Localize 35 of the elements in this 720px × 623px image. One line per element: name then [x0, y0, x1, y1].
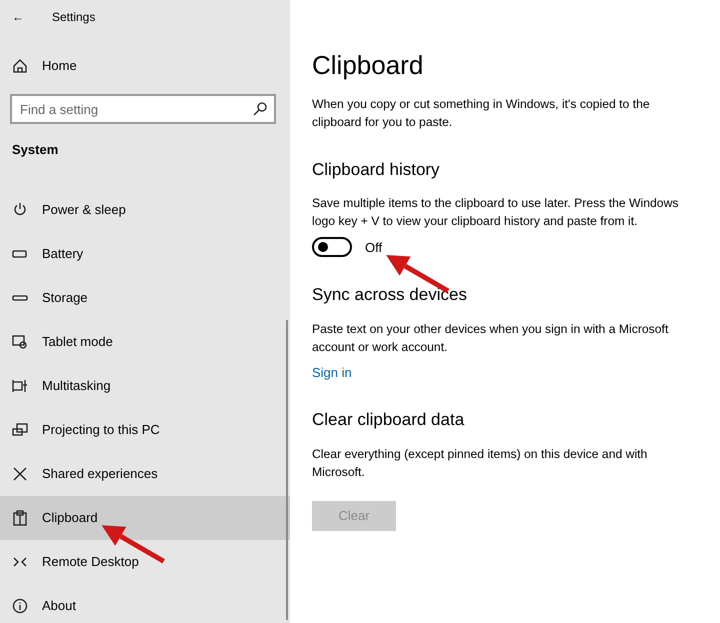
description: Clear everything (except pinned items) on this device and with Microsoft.: [312, 446, 648, 481]
clipboard-icon: [12, 510, 28, 526]
toggle-switch[interactable]: [312, 237, 352, 258]
description: Save multiple items to the clipboard to use later. Press the Windows logo key + V to view your clipboard history and paste from it.: [312, 195, 680, 230]
toggle-label: Off: [365, 238, 382, 257]
section-heading: Sync across devices: [312, 285, 468, 306]
nav-item[interactable]: Shared experiences: [0, 452, 290, 496]
nav-item[interactable]: Power & sleep: [0, 188, 290, 232]
nav-item[interactable]: Tablet mode: [0, 320, 290, 364]
back-button[interactable]: ←: [12, 8, 24, 26]
page-title: Clipboard: [312, 50, 424, 82]
nav-item[interactable]: Projecting to this PC: [0, 408, 290, 452]
sign-in-link[interactable]: Sign in: [312, 364, 352, 380]
section-heading: Clipboard history: [312, 160, 441, 180]
shared-icon: [12, 466, 28, 482]
section-heading: Clear clipboard data: [312, 410, 466, 431]
nav-item[interactable]: Clipboard: [0, 496, 290, 540]
nav-item[interactable]: Remote Desktop: [0, 540, 290, 584]
home-nav-item[interactable]: Home: [0, 44, 290, 88]
section-heading: System: [11, 141, 60, 159]
nav-item[interactable]: Storage: [0, 276, 290, 320]
projector-icon: [12, 422, 28, 438]
description: When you copy or cut something in Windows, it's copied to the clipboard for you to paste.: [312, 96, 651, 132]
nav-item[interactable]: About: [0, 584, 290, 623]
tablet-icon: [12, 334, 28, 350]
home-icon: [12, 58, 28, 74]
search-field[interactable]: Find a setting: [10, 94, 276, 124]
nav-item[interactable]: Multitasking: [0, 364, 290, 408]
nav-item[interactable]: Battery: [0, 232, 290, 276]
info-icon: [12, 598, 28, 614]
multitasking-icon: [12, 378, 28, 394]
power-icon: [12, 202, 28, 218]
search-icon: [252, 101, 268, 117]
window-title: Settings: [52, 9, 96, 26]
description: Paste text on your other devices when you sign in with a Microsoft account or work account.: [312, 320, 670, 356]
